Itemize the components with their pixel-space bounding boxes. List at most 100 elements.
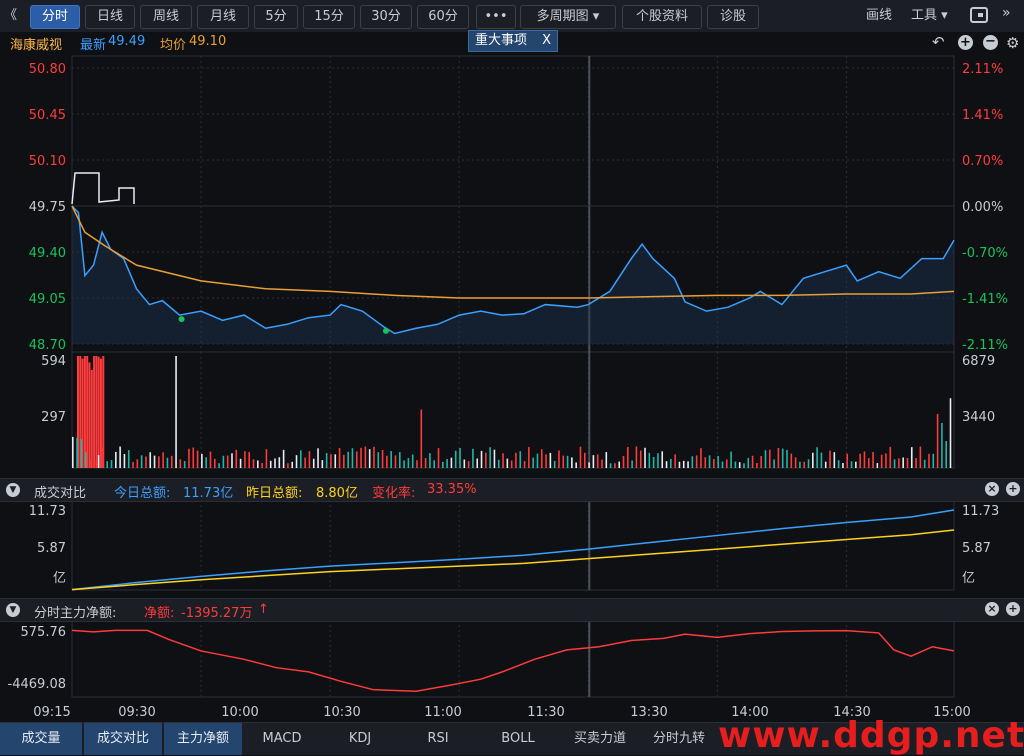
tab-kdj[interactable]: KDJ [322, 723, 398, 755]
settings-icon[interactable]: ⚙ [1006, 34, 1019, 52]
close-panel-icon[interactable]: × [985, 482, 999, 496]
volume-bar [743, 463, 745, 468]
volume-bar [304, 457, 306, 468]
major-events-tag[interactable]: 重大事项 X [468, 30, 558, 52]
volume-bar [218, 463, 220, 468]
y-tick-left: 49.40 [29, 246, 66, 261]
volume-bar [665, 461, 668, 468]
volume-bar [579, 446, 582, 468]
multi-period-button[interactable]: 多周期图 ▾ [520, 5, 616, 29]
draw-line-button[interactable]: 画线 [866, 5, 892, 27]
collapse-panel-icon[interactable]: ▼ [6, 603, 20, 617]
tab-monthly[interactable]: 月线 [197, 5, 249, 29]
volume-bar [330, 454, 332, 468]
x-tick: 11:30 [527, 705, 564, 720]
diagnose-button[interactable]: 诊股 [707, 5, 759, 29]
volume-bar [506, 458, 509, 468]
tab-boll[interactable]: BOLL [478, 723, 558, 755]
collapse-panel-icon[interactable]: ▼ [6, 483, 20, 497]
volume-bar [86, 356, 89, 468]
close-panel-icon[interactable]: × [985, 602, 999, 616]
volume-bar [145, 456, 147, 468]
volume-bar [377, 452, 380, 468]
indicator-tabs: 成交量 成交对比 主力净额 MACD KDJ RSI BOLL 买卖力道 分时九… [0, 715, 1024, 756]
stock-info-button[interactable]: 个股资料 [622, 5, 702, 29]
tab-intraday[interactable]: 分时 [30, 5, 80, 29]
add-panel-icon[interactable]: + [1006, 482, 1020, 496]
volume-bar [454, 450, 457, 468]
tab-60min[interactable]: 60分 [417, 5, 469, 29]
panel-frame [71, 55, 955, 353]
volume-bar [756, 463, 758, 468]
window-icon[interactable] [970, 7, 988, 23]
volume-bar [919, 446, 922, 468]
main-net-header: ▼ 分时主力净额: 净额: -1395.27万 ↑ × + [0, 598, 1024, 622]
zoom-out-icon[interactable]: − [983, 35, 998, 50]
up-arrow-icon: ↑ [258, 602, 269, 617]
volume-bar [295, 455, 298, 468]
volume-bar [799, 461, 801, 468]
volume-bar [95, 356, 98, 468]
window-icon-mark [978, 13, 983, 17]
y-tick-right: 3440 [962, 410, 995, 425]
tab-rsi[interactable]: RSI [400, 723, 476, 755]
volume-bar [635, 446, 638, 468]
y-tick-right: 亿 [962, 571, 975, 586]
volume-bar [308, 451, 311, 468]
avg-line [71, 205, 955, 299]
undo-icon[interactable]: ↶ [932, 33, 945, 51]
volume-bar [906, 457, 909, 468]
latest-price-label: 最新 [80, 38, 107, 53]
signal-dot [382, 327, 389, 334]
volume-bar [183, 461, 186, 468]
close-icon[interactable]: X [542, 31, 551, 51]
volume-bar [923, 459, 926, 468]
volume-bar [528, 446, 530, 468]
zoom-in-icon[interactable]: + [958, 35, 973, 50]
tab-main-net[interactable]: 主力净额 [164, 723, 242, 755]
tab-15min[interactable]: 15分 [303, 5, 355, 29]
add-panel-icon[interactable]: + [1006, 602, 1020, 616]
turnover-compare-panel: 11.73 11.73 5.87 5.87 亿 亿 [29, 504, 999, 591]
more-button[interactable]: ••• [476, 5, 516, 29]
y-tick-right: 11.73 [962, 504, 999, 519]
volume-bar [287, 463, 289, 468]
volume-bar [433, 460, 436, 468]
volume-bar [493, 449, 496, 468]
collapse-right-icon[interactable]: » [1002, 5, 1011, 21]
volume-bar [738, 462, 741, 468]
volume-bar [459, 448, 461, 468]
volume-bar [360, 447, 362, 468]
tab-macd[interactable]: MACD [244, 723, 320, 755]
volume-bar [717, 455, 719, 468]
volume-bar [80, 439, 83, 468]
volume-bar [725, 459, 728, 468]
volume-bar [708, 455, 711, 468]
y-tick-right: 1.41% [962, 108, 1003, 123]
panel-title: 分时主力净额: [34, 606, 117, 621]
tab-weekly[interactable]: 周线 [140, 5, 192, 29]
volume-bar [700, 448, 702, 468]
volume-bar [670, 458, 672, 468]
volume-bar [77, 356, 79, 468]
collapse-left-icon[interactable]: 《 [4, 5, 22, 27]
volume-bar [93, 356, 96, 468]
tools-button[interactable]: 工具 ▾ [911, 5, 948, 27]
volume-bar [158, 456, 160, 468]
tab-volume[interactable]: 成交量 [0, 723, 82, 755]
volume-bar [196, 450, 199, 468]
volume-bar [175, 356, 177, 468]
volume-bar [510, 460, 513, 468]
tab-intraday-nine[interactable]: 分时九转 [642, 723, 716, 755]
volume-bar [803, 461, 806, 468]
volume-bar [863, 451, 866, 468]
y-tick-left: -4469.08 [8, 677, 66, 692]
tab-5min[interactable]: 5分 [254, 5, 298, 29]
tab-daily[interactable]: 日线 [85, 5, 135, 29]
tab-turnover-compare[interactable]: 成交对比 [84, 723, 162, 755]
tab-30min[interactable]: 30分 [360, 5, 412, 29]
tab-buy-sell-force[interactable]: 买卖力道 [560, 723, 640, 755]
volume-bar [833, 452, 836, 468]
major-events-label: 重大事项 [475, 33, 528, 48]
volume-bar [364, 446, 367, 468]
